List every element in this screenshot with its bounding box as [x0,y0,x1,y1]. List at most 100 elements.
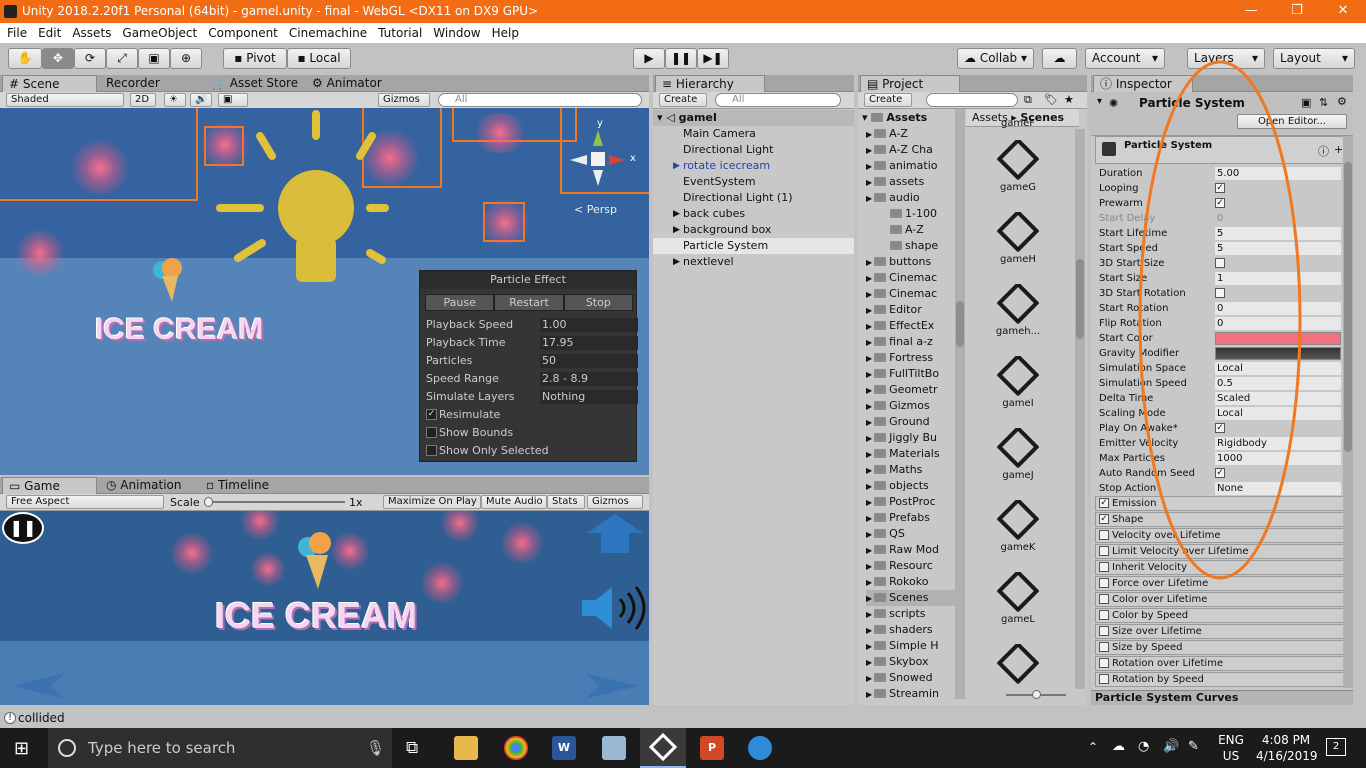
move-tool-button[interactable]: ✥ [42,48,74,69]
inspector-prop-checkbox[interactable] [1215,288,1225,298]
scene-asset[interactable]: gameK [985,500,1051,566]
expand-arrow-icon[interactable]: ▶ [866,674,872,683]
effects-dropdown-icon[interactable]: ▣ [218,93,248,107]
expand-arrow-icon[interactable]: ▶ [866,322,872,331]
module-checkbox[interactable] [1099,674,1109,684]
inspector-prop-value[interactable]: Local [1215,407,1341,420]
minimize-icon[interactable]: — [1228,0,1274,23]
asset-scrollbar[interactable] [1075,129,1085,689]
inspector-prop-value[interactable]: 0 [1215,212,1341,225]
project-folder[interactable]: ▶ Cinemac [866,286,966,302]
pause-effect-button[interactable]: Pause [425,294,495,311]
module-checkbox[interactable] [1099,530,1109,540]
particle-effect-checkbox[interactable] [426,445,437,456]
restore-icon[interactable]: ❐ [1274,0,1320,23]
show-hidden-icons[interactable]: ⌃ [1088,740,1098,754]
expand-arrow-icon[interactable]: ▶ [866,546,872,555]
expand-arrow-icon[interactable]: ▶ [866,386,872,395]
project-folder[interactable]: ▶ QS [866,526,966,542]
scene-asset[interactable]: gameJ [985,428,1051,494]
tab-timeline[interactable]: ▫ Timeline [200,477,275,494]
expand-arrow-icon[interactable]: ▶ [866,690,872,699]
windows-start-icon[interactable]: ⊞ [14,738,29,759]
rotate-tool-button[interactable]: ⟳ [74,48,106,69]
mute-audio-toggle[interactable]: Mute Audio [481,495,547,509]
scale-slider[interactable] [205,501,345,503]
expand-arrow-icon[interactable]: ▶ [866,258,872,267]
project-folder[interactable]: ▶ buttons [866,254,966,270]
scene-asset[interactable]: gameL [985,572,1051,638]
inspector-module[interactable]: Rotation by Speed [1095,672,1346,687]
expand-arrow-icon[interactable]: ▶ [866,482,872,491]
audio-toggle-icon[interactable]: 🔊 [190,93,212,107]
expand-arrow-icon[interactable]: ▶ [866,610,872,619]
scale-slider-handle[interactable] [204,497,213,507]
project-folder[interactable]: shape [888,238,988,254]
step-button[interactable]: ▶❚ [697,48,729,69]
project-folder[interactable]: ▶ Rokoko [866,574,966,590]
menu-item-edit[interactable]: Edit [31,23,65,43]
up-arrow-icon[interactable] [585,511,645,556]
scene-asset[interactable]: gameG [985,140,1051,206]
hierarchy-item[interactable]: ▶ rotate icecream [653,158,854,174]
inspector-prop-value[interactable]: 1 [1215,272,1341,285]
local-toggle[interactable]: ▪ Local [287,48,351,69]
project-folder[interactable]: ▶ A-Z Cha [866,142,966,158]
project-folder[interactable]: ▶ Snowed [866,670,966,686]
project-folder[interactable]: ▶ animatio [866,158,966,174]
add-icon[interactable]: + [1334,143,1343,156]
tab-inspector[interactable]: ⓘ Inspector [1093,75,1193,92]
project-folder[interactable]: ▶ final a-z [866,334,966,350]
module-checkbox[interactable] [1099,658,1109,668]
expand-arrow-icon[interactable]: ▶ [866,162,872,171]
inspector-prop-checkbox[interactable]: ✓ [1215,468,1225,478]
inspector-prop-value[interactable]: 1000 [1215,452,1341,465]
particle-effect-checkbox[interactable] [426,427,437,438]
asset-scrollbar-thumb[interactable] [1076,259,1084,339]
inspector-module[interactable]: ✓ Shape [1095,512,1346,527]
maximize-on-play-toggle[interactable]: Maximize On Play [383,495,481,509]
lighting-toggle-icon[interactable]: ☀ [164,93,186,107]
expand-arrow-icon[interactable]: ▶ [866,642,872,651]
project-folder[interactable]: ▶ objects [866,478,966,494]
onedrive-icon[interactable]: ☁ [1112,739,1125,754]
menu-item-component[interactable]: Component [201,23,282,43]
particle-curves-header[interactable]: Particle System Curves [1091,690,1353,705]
expand-arrow-icon[interactable]: ▶ [866,594,872,603]
tab-game[interactable]: ▭ Game [2,477,97,494]
expand-arrow-icon[interactable]: ▶ [866,514,872,523]
account-dropdown[interactable]: Account ▾ [1085,48,1165,69]
hand-tool-button[interactable]: ✋ [8,48,42,69]
project-folder[interactable]: ▶ Cinemac [866,270,966,286]
taskbar-search-box[interactable]: Type here to search 🎙 [48,728,392,768]
inspector-prop-checkbox[interactable]: ✓ [1215,423,1225,433]
scene-asset[interactable]: gameI [985,356,1051,422]
menu-item-window[interactable]: Window [426,23,484,43]
expand-arrow-icon[interactable]: ▶ [866,130,872,139]
volume-icon[interactable]: 🔊 [1163,739,1179,754]
persp-label[interactable]: < Persp [574,203,617,216]
expand-arrow-icon[interactable]: ▶ [866,178,872,187]
expand-arrow-icon[interactable]: ▶ [673,206,680,222]
inspector-prop-checkbox[interactable]: ✓ [1215,198,1225,208]
expand-arrow-icon[interactable]: ▾ [1097,96,1102,107]
hierarchy-item[interactable]: Directional Light [653,142,854,158]
scene-asset[interactable]: gameh... [985,284,1051,350]
scale-tool-button[interactable]: ⤢ [106,48,138,69]
inspector-prop-checkbox[interactable] [1215,258,1225,268]
project-folder[interactable]: ▶ FullTiltBo [866,366,966,382]
cloud-button[interactable]: ☁ [1042,48,1077,69]
project-folder[interactable]: ▶ Gizmos [866,398,966,414]
project-folder[interactable]: A-Z [888,222,988,238]
main-module-header[interactable]: Particle System ⓘ + [1095,136,1346,164]
layers-dropdown[interactable]: Layers ▾ [1187,48,1265,69]
project-folder[interactable]: ▶ shaders [866,622,966,638]
tab-project[interactable]: ▤ Project [860,75,960,92]
project-folder[interactable]: ▶ EffectEx [866,318,966,334]
particle-effect-row-value[interactable]: 50 [540,354,638,368]
expand-arrow-icon[interactable]: ▶ [866,418,872,427]
project-folder[interactable]: ▶ assets [866,174,966,190]
gravity-curve-field[interactable] [1215,347,1341,360]
tab-animation[interactable]: ◷ Animation [100,477,187,494]
folder-scrollbar-thumb[interactable] [956,301,964,347]
